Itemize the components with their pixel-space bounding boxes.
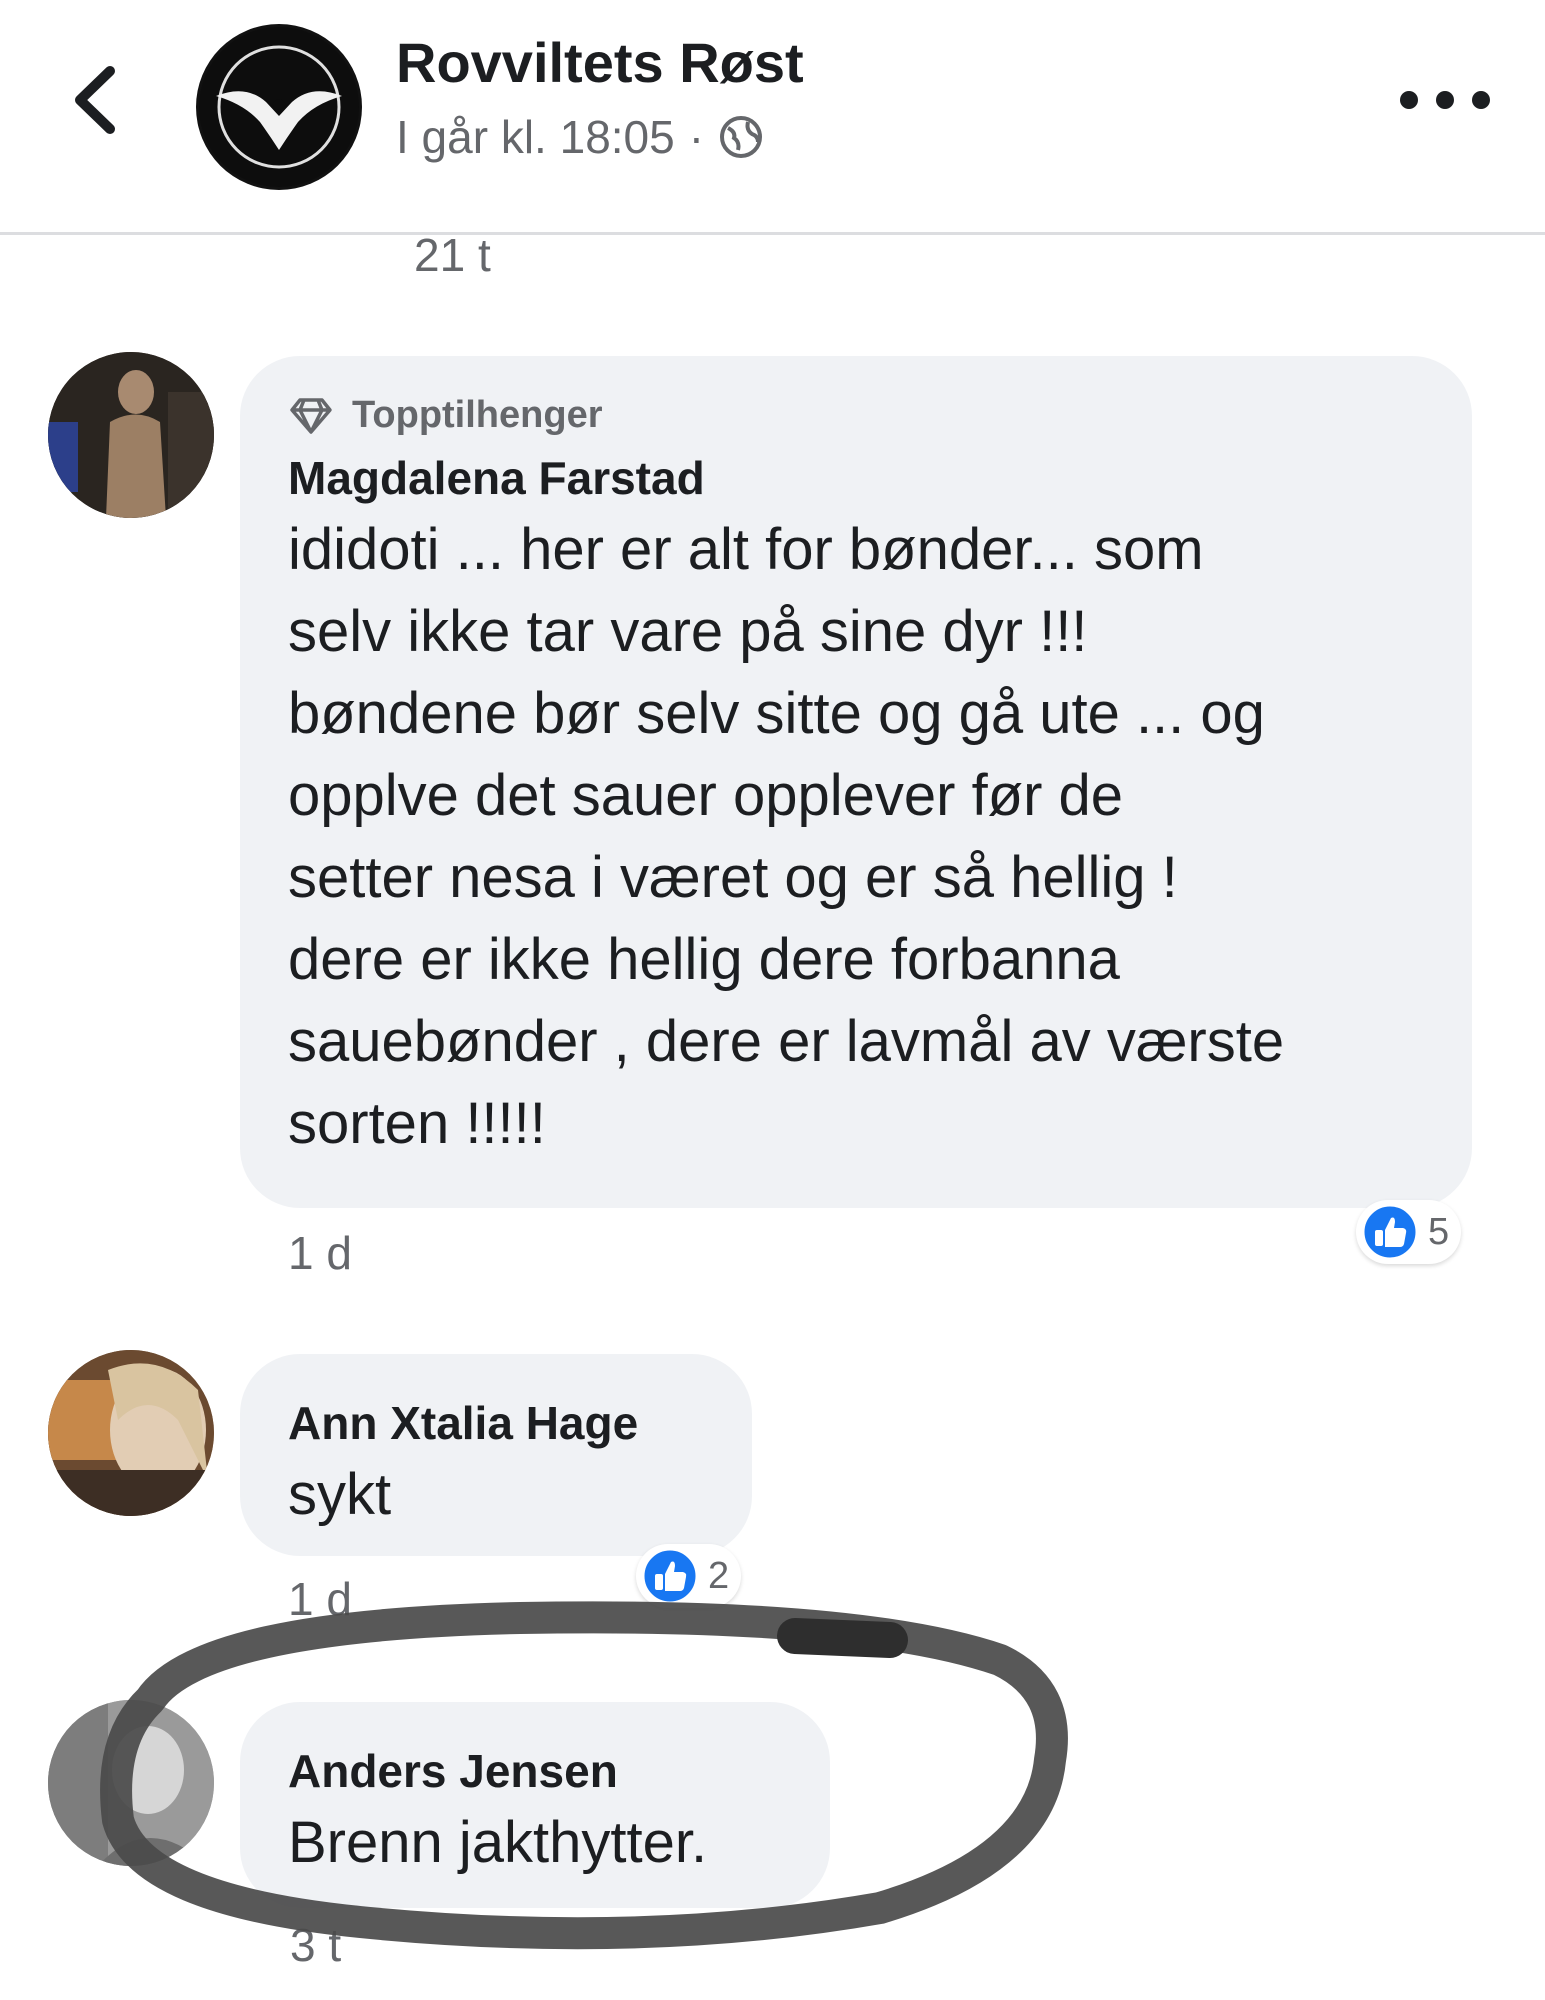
comment-author[interactable]: Ann Xtalia Hage	[288, 1396, 704, 1450]
diamond-icon	[290, 397, 332, 434]
comment-text: ididoti ... her er alt for bønder... som…	[288, 517, 1285, 1156]
eagle-logo-icon	[199, 27, 359, 187]
comment-time[interactable]: 3 t	[290, 1918, 341, 1972]
avatar[interactable]	[48, 1350, 214, 1516]
avatar[interactable]	[48, 352, 214, 518]
page-avatar[interactable]	[196, 24, 362, 190]
avatar-photo	[48, 352, 214, 518]
comment-author[interactable]: Magdalena Farstad	[288, 451, 1424, 505]
badge-label: Topptilhenger	[352, 394, 603, 436]
comment-text: Brenn jakthytter.	[288, 1810, 708, 1875]
comment-time[interactable]: 1 d	[288, 1226, 352, 1280]
globe-icon	[720, 116, 763, 158]
reaction-count[interactable]: 2	[636, 1544, 742, 1608]
comment-author[interactable]: Anders Jensen	[288, 1744, 782, 1798]
post-header: Rovviltets Røst I går kl. 18:05 ·	[0, 0, 1545, 235]
comment-text: sykt	[288, 1462, 392, 1527]
reaction-count[interactable]: 5	[1356, 1200, 1462, 1264]
avatar-photo	[48, 1350, 214, 1516]
back-button[interactable]	[60, 60, 130, 140]
top-fan-badge: Topptilhenger	[288, 394, 1424, 437]
back-chevron-icon	[75, 66, 115, 134]
page-name[interactable]: Rovviltets Røst	[396, 30, 804, 95]
like-count: 5	[1428, 1210, 1450, 1253]
more-dots-icon	[1400, 91, 1418, 109]
like-icon	[1361, 1203, 1419, 1261]
comment-bubble[interactable]: Anders Jensen Brenn jakthytter.	[240, 1702, 830, 1908]
like-count: 2	[708, 1554, 730, 1597]
like-icon	[641, 1547, 699, 1605]
previous-comment-time: 21 t	[414, 229, 491, 281]
comment-time[interactable]: 1 d	[288, 1572, 352, 1626]
comment-bubble[interactable]: Ann Xtalia Hage sykt	[240, 1354, 752, 1556]
avatar[interactable]	[48, 1700, 214, 1866]
post-timestamp[interactable]: I går kl. 18:05	[396, 110, 675, 164]
meta-separator: ·	[688, 111, 705, 163]
more-options-button[interactable]	[1400, 80, 1490, 120]
post-meta: I går kl. 18:05 ·	[396, 110, 764, 164]
comment-bubble[interactable]: Topptilhenger Magdalena Farstad ididoti …	[240, 356, 1472, 1208]
avatar-photo	[48, 1700, 214, 1866]
